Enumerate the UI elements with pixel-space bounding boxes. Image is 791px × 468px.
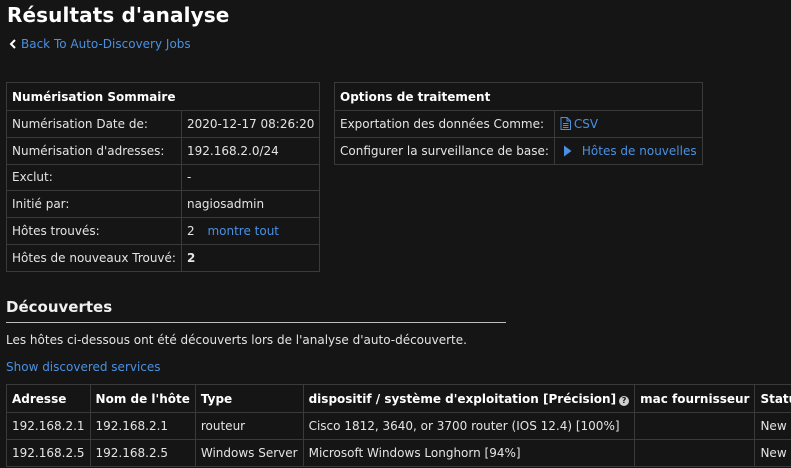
summary-label: Hôtes de nouveaux Trouvé: bbox=[6, 243, 182, 272]
column-header-hostname: Nom de l'hôte bbox=[89, 384, 196, 413]
chevron-left-icon bbox=[9, 39, 16, 49]
show-discovered-services-link[interactable]: Show discovered services bbox=[6, 360, 161, 374]
show-all-link[interactable]: montre tout bbox=[207, 224, 279, 238]
export-csv-link[interactable]: CSV bbox=[560, 117, 598, 131]
cell-hostname: 192.168.2.5 bbox=[89, 439, 196, 467]
column-header-os: dispositif / système d'exploitation [Pré… bbox=[302, 384, 636, 413]
back-to-jobs-link[interactable]: Back To Auto-Discovery Jobs bbox=[7, 37, 191, 51]
processing-options-table: Options de traitement Exportation des do… bbox=[334, 82, 703, 165]
export-label: Exportation des données Comme: bbox=[334, 110, 555, 138]
section-divider bbox=[6, 322, 506, 323]
play-icon bbox=[563, 145, 572, 157]
cell-os: Cisco 1812, 3640, or 3700 router (IOS 12… bbox=[302, 412, 636, 440]
summary-value: nagiosadmin bbox=[180, 190, 321, 219]
cell-address: 192.168.2.5 bbox=[6, 439, 91, 467]
scan-summary-table: Numérisation Sommaire Numérisation Date … bbox=[5, 82, 321, 272]
table-row: 192.168.2.5 192.168.2.5 Windows Server M… bbox=[6, 439, 791, 467]
monitor-cell: Hôtes de nouvelles bbox=[553, 137, 703, 165]
help-icon[interactable]: ? bbox=[619, 395, 630, 406]
export-csv-label: CSV bbox=[573, 117, 599, 131]
summary-row: Numérisation Date de: 2020-12-17 08:26:2… bbox=[6, 110, 321, 138]
cell-mac bbox=[634, 412, 756, 440]
cell-hostname: 192.168.2.1 bbox=[89, 412, 196, 440]
monitor-label: Configurer la surveillance de base: bbox=[334, 137, 555, 165]
table-row: 192.168.2.1 192.168.2.1 routeur Cisco 18… bbox=[6, 412, 791, 440]
cell-status: New bbox=[754, 439, 791, 467]
summary-label: Initié par: bbox=[6, 190, 182, 219]
options-row: Configurer la surveillance de base: Hôte… bbox=[334, 137, 703, 165]
page-title: Résultats d'analyse bbox=[7, 3, 230, 27]
column-header-status: Statut bbox=[754, 384, 791, 413]
summary-label: Numérisation Date de: bbox=[6, 110, 182, 138]
summary-row: Numérisation d'adresses: 192.168.2.0/24 bbox=[6, 136, 321, 165]
discoveries-title: Découvertes bbox=[6, 298, 113, 316]
summary-row: Hôtes trouvés: 2 montre tout bbox=[6, 217, 321, 245]
hosts-found-count: 2 bbox=[186, 224, 195, 239]
column-header-mac: mac fournisseur bbox=[634, 384, 756, 413]
options-header: Options de traitement bbox=[334, 82, 703, 111]
cell-type: routeur bbox=[194, 412, 304, 440]
cell-address: 192.168.2.1 bbox=[6, 412, 91, 440]
summary-row: Exclut: - bbox=[6, 163, 321, 192]
table-header-row: Adresse Nom de l'hôte Type dispositif / … bbox=[6, 384, 791, 413]
cell-os: Microsoft Windows Longhorn [94%] bbox=[302, 439, 636, 467]
new-hosts-label: Hôtes de nouvelles bbox=[581, 144, 697, 158]
summary-value: 2020-12-17 08:26:20 bbox=[180, 110, 321, 138]
summary-label: Numérisation d'adresses: bbox=[6, 136, 182, 165]
column-header-address: Adresse bbox=[6, 384, 91, 413]
column-header-type: Type bbox=[194, 384, 304, 413]
summary-label: Exclut: bbox=[6, 163, 182, 192]
document-icon bbox=[560, 117, 571, 130]
summary-row: Initié par: nagiosadmin bbox=[6, 190, 321, 219]
discovered-hosts-table: Adresse Nom de l'hôte Type dispositif / … bbox=[6, 384, 791, 467]
summary-value-cell: 2 montre tout bbox=[180, 217, 321, 245]
summary-value: 192.168.2.0/24 bbox=[180, 136, 321, 165]
summary-label: Hôtes trouvés: bbox=[6, 217, 182, 245]
export-cell: CSV bbox=[553, 110, 703, 138]
cell-type: Windows Server bbox=[194, 439, 304, 467]
summary-row: Hôtes de nouveaux Trouvé: 2 bbox=[6, 243, 321, 272]
summary-value: 2 bbox=[180, 243, 321, 272]
summary-header: Numérisation Sommaire bbox=[5, 82, 321, 111]
column-header-os-label: dispositif / système d'exploitation [Pré… bbox=[308, 391, 617, 406]
new-hosts-link[interactable]: Hôtes de nouvelles bbox=[560, 144, 697, 158]
cell-status: New bbox=[754, 412, 791, 440]
back-link-label: Back To Auto-Discovery Jobs bbox=[21, 37, 191, 51]
discoveries-description: Les hôtes ci-dessous ont été découverts … bbox=[6, 333, 467, 347]
cell-mac bbox=[634, 439, 756, 467]
options-row: Exportation des données Comme: CSV bbox=[334, 110, 703, 138]
summary-value: - bbox=[180, 163, 321, 192]
